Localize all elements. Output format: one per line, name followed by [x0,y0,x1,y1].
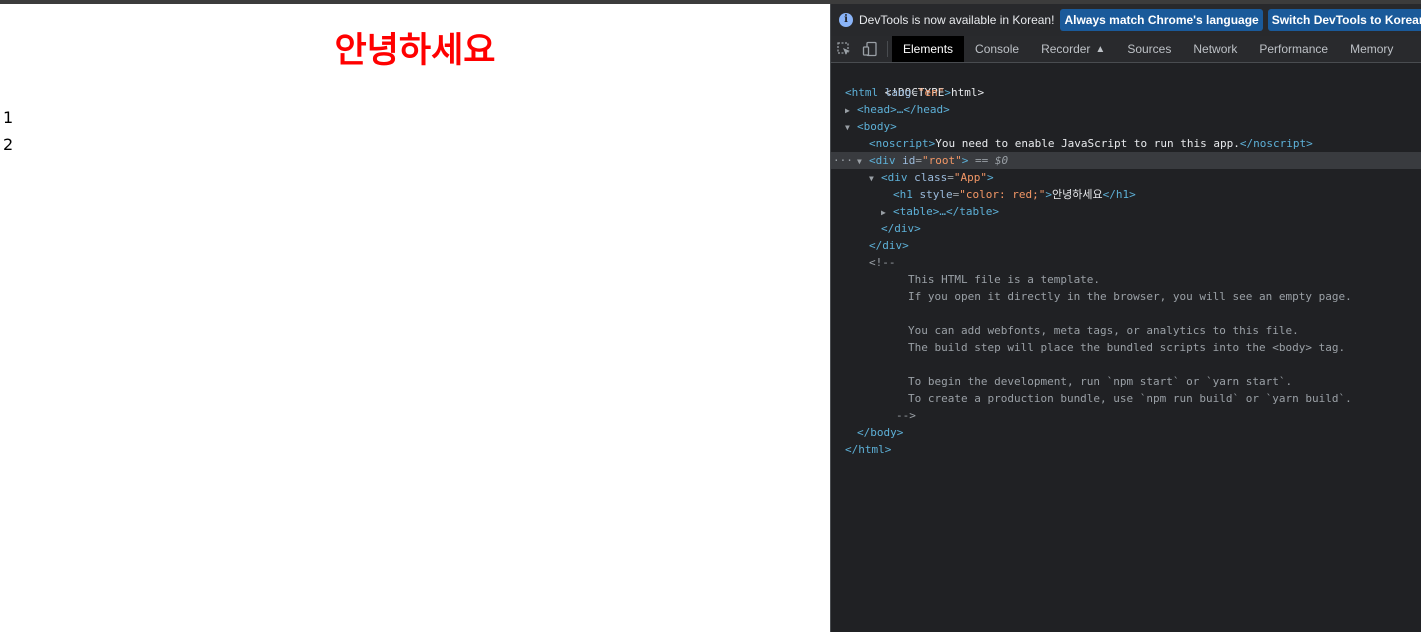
dom-node-body-close[interactable]: </body> [831,424,1421,441]
comment-text: If you open it directly in the browser, … [908,290,1352,303]
dom-node-html[interactable]: <html lang="en"> [831,84,1421,101]
div-close-tag: </div> [881,222,921,235]
lang-attr-value: "en" [917,86,945,99]
dom-node-noscript[interactable]: <noscript>You need to enable JavaScript … [831,135,1421,152]
device-toolbar-icon[interactable] [857,36,883,62]
tab-network[interactable]: Network [1182,36,1248,62]
style-attr-value: "color: red;" [959,188,1046,201]
dom-node-root-div[interactable]: ··· ▼ <div id="root"> == $0 [831,152,1421,169]
div-open-tag: <div [881,171,908,184]
comment-line [831,356,1421,373]
id-attr-name: id [902,154,916,167]
selected-equals: == [968,154,995,167]
comment-open: <!-- [869,256,896,269]
collapse-triangle-icon[interactable]: ▼ [869,170,881,187]
dom-node-root-div-close[interactable]: </div> [831,237,1421,254]
dom-node-app-div[interactable]: ▼ <div class="App"> [831,169,1421,186]
dom-node-h1[interactable]: <h1 style="color: red;">안녕하세요</h1> [831,186,1421,203]
table-cell: 2 [3,135,14,154]
div-open-bracket: > [987,171,994,184]
always-match-language-button[interactable]: Always match Chrome's language [1060,9,1263,31]
comment-close: --> [896,409,916,422]
dom-node-body[interactable]: ▼ <body> [831,118,1421,135]
dom-node-comment-close: --> [831,407,1421,424]
inspect-element-icon[interactable] [831,36,857,62]
comment-line: To create a production bundle, use `npm … [831,390,1421,407]
comment-text: This HTML file is a template. [908,273,1101,286]
html-open-bracket: > [944,86,951,99]
body-open-tag: <body> [857,120,897,133]
table-row: 2 [3,131,13,158]
tab-recorder[interactable]: Recorder ▲ [1030,36,1116,62]
tab-recorder-label: Recorder [1041,42,1091,56]
page-heading: 안녕하세요 [334,31,496,71]
language-infobar: i DevTools is now available in Korean! A… [831,4,1421,36]
comment-line: This HTML file is a template. [831,271,1421,288]
collapse-triangle-icon[interactable]: ▼ [857,153,869,170]
h1-open-tag: <h1 [893,188,913,201]
comment-line: To begin the development, run `npm start… [831,373,1421,390]
noscript-text: You need to enable JavaScript to run thi… [935,137,1240,150]
expand-triangle-icon[interactable]: ▶ [845,102,857,119]
table-collapsed: <table>…</table> [893,205,999,218]
comment-text: You can add webfonts, meta tags, or anal… [908,324,1299,337]
h1-open-bracket: > [1045,188,1052,201]
comment-text: To create a production bundle, use `npm … [908,392,1352,405]
tab-console[interactable]: Console [964,36,1030,62]
more-actions-icon[interactable]: ··· [833,152,853,169]
div-close-tag: </div> [869,239,909,252]
comment-line: The build step will place the bundled sc… [831,339,1421,356]
switch-to-korean-button[interactable]: Switch DevTools to Korean [1267,9,1421,31]
tab-performance[interactable]: Performance [1248,36,1339,62]
comment-text: To begin the development, run `npm start… [908,375,1293,388]
comment-line [831,305,1421,322]
page-viewport: 안녕하세요 12 [0,4,830,632]
dom-node-head[interactable]: ▶ <head>…</head> [831,101,1421,118]
comment-text: The build step will place the bundled sc… [908,341,1346,354]
tab-memory[interactable]: Memory [1339,36,1404,62]
tab-sources[interactable]: Sources [1116,36,1182,62]
dollar-zero: $0 [994,154,1009,167]
dom-node-html-close[interactable]: </html> [831,441,1421,458]
class-attr-name: class [914,171,948,184]
experimental-flask-icon: ▲ [1095,43,1106,55]
devtools-panel: i DevTools is now available in Korean! A… [830,4,1421,632]
id-attr-value: "root" [922,154,962,167]
h1-close-tag: </h1> [1102,188,1136,201]
infobar-message: DevTools is now available in Korean! [859,13,1055,27]
body-close-tag: </body> [857,426,904,439]
dom-node-doctype[interactable]: <!DOCTYPE html> [831,67,1421,99]
tab-separator [887,41,888,57]
html-close-tag: </html> [845,443,892,456]
div-open-tag: <div [869,154,896,167]
dom-node-app-div-close[interactable]: </div> [831,220,1421,237]
expand-triangle-icon[interactable]: ▶ [881,204,893,221]
head-collapsed: <head>…</head> [857,103,950,116]
comment-line: If you open it directly in the browser, … [831,288,1421,305]
noscript-open-tag: <noscript> [869,137,936,150]
style-attr-name: style [919,188,953,201]
dom-node-comment-open[interactable]: <!-- [831,254,1421,271]
html-open-tag: <html [845,86,879,99]
devtools-tabbar: Elements Console Recorder ▲ Sources Netw… [831,36,1421,63]
class-attr-value: "App" [953,171,987,184]
lang-attr-name: lang [884,86,912,99]
page-table: 12 [3,104,13,158]
elements-dom-tree: <!DOCTYPE html> <html lang="en"> ▶ <head>… [831,67,1421,458]
noscript-close-tag: </noscript> [1239,137,1313,150]
table-cell: 1 [3,108,14,127]
table-row: 1 [3,104,13,131]
h1-text: 안녕하세요 [1051,188,1103,201]
tab-elements[interactable]: Elements [892,36,965,62]
info-icon: i [839,13,853,27]
dom-node-table[interactable]: ▶ <table>…</table> [831,203,1421,220]
collapse-triangle-icon[interactable]: ▼ [845,119,857,136]
comment-line: You can add webfonts, meta tags, or anal… [831,322,1421,339]
